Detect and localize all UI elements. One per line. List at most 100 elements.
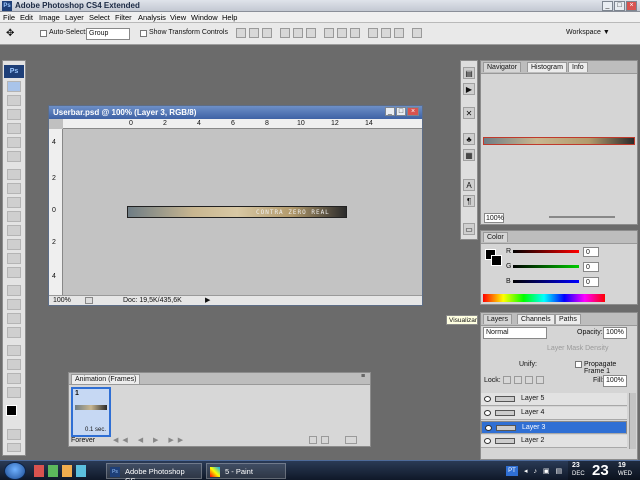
history-brush-tool[interactable]: [7, 211, 21, 222]
menu-view[interactable]: View: [170, 13, 186, 22]
language-indicator[interactable]: PT: [506, 466, 518, 476]
loop-select[interactable]: Forever: [71, 437, 95, 444]
gradient-tool[interactable]: [7, 239, 21, 250]
paragraph-icon[interactable]: ¶: [463, 195, 475, 207]
move-tool-icon[interactable]: ✥: [6, 28, 14, 39]
maximize-button[interactable]: □: [614, 1, 625, 11]
status-menu-icon[interactable]: [85, 297, 93, 304]
tray-icons[interactable]: ◂ ♪ ▣ ▤: [524, 467, 564, 475]
delete-frame-icon[interactable]: [321, 436, 329, 444]
distribute-hcenter-icon[interactable]: [381, 28, 391, 38]
convert-timeline-icon[interactable]: [345, 436, 357, 444]
tab-histogram[interactable]: Histogram: [527, 62, 567, 72]
zoom-tool[interactable]: [7, 387, 21, 398]
eye-icon[interactable]: [484, 410, 491, 416]
quicklaunch-icon[interactable]: [48, 465, 58, 477]
align-left-icon[interactable]: [280, 28, 290, 38]
quick-mask-button[interactable]: [7, 429, 21, 440]
color-spectrum[interactable]: [483, 294, 605, 302]
history-icon[interactable]: ▤: [463, 67, 475, 79]
taskbar-item-photoshop[interactable]: Ps Adobe Photoshop CS...: [106, 463, 202, 480]
align-hcenter-icon[interactable]: [293, 28, 303, 38]
clock[interactable]: 23 DEC 23 19 WED: [568, 461, 640, 480]
zoom-level[interactable]: 100%: [53, 297, 71, 304]
auto-select-checkbox[interactable]: [40, 30, 47, 37]
tab-animation-frames[interactable]: Animation (Frames): [71, 374, 141, 384]
align-top-icon[interactable]: [236, 28, 246, 38]
pen-tool[interactable]: [7, 285, 21, 296]
screen-mode-button[interactable]: [7, 443, 21, 452]
quicklaunch-icon[interactable]: [76, 465, 86, 477]
auto-select-dropdown[interactable]: Group: [86, 28, 130, 40]
canvas-area[interactable]: CONTRA ZERO REAL: [63, 129, 422, 295]
start-button[interactable]: [4, 462, 26, 480]
auto-align-icon[interactable]: [412, 28, 422, 38]
layer-row[interactable]: Layer 5: [481, 393, 627, 406]
notes-icon[interactable]: ▭: [463, 223, 475, 235]
dodge-tool[interactable]: [7, 267, 21, 278]
doc-maximize-button[interactable]: □: [396, 107, 406, 116]
green-value[interactable]: 0: [583, 262, 599, 272]
green-slider[interactable]: [513, 265, 579, 268]
type-tool[interactable]: [7, 299, 21, 310]
layer-row[interactable]: Layer 2: [481, 435, 627, 448]
tab-paths[interactable]: Paths: [555, 314, 581, 324]
blur-tool[interactable]: [7, 253, 21, 264]
distribute-top-icon[interactable]: [324, 28, 334, 38]
tab-channels[interactable]: Channels: [517, 314, 555, 324]
quicklaunch-icon[interactable]: [34, 465, 44, 477]
quicklaunch-icon[interactable]: [62, 465, 72, 477]
userbar-image[interactable]: CONTRA ZERO REAL: [127, 206, 347, 218]
actions-icon[interactable]: ▶: [463, 83, 475, 95]
lock-position-icon[interactable]: [525, 376, 533, 384]
blue-value[interactable]: 0: [583, 277, 599, 287]
eye-icon[interactable]: [484, 438, 491, 444]
layer-row[interactable]: Layer 4: [481, 407, 627, 420]
status-arrow-icon[interactable]: ▶: [205, 296, 210, 304]
distribute-bottom-icon[interactable]: [350, 28, 360, 38]
playback-controls[interactable]: ◀◀ ◀ ▶ ▶▶: [113, 436, 187, 444]
layers-scrollbar[interactable]: [629, 393, 636, 449]
close-button[interactable]: ×: [626, 1, 637, 11]
fill-value[interactable]: 100%: [603, 375, 627, 387]
align-vcenter-icon[interactable]: [249, 28, 259, 38]
blue-slider[interactable]: [513, 280, 579, 283]
eraser-tool[interactable]: [7, 225, 21, 236]
lock-all-icon[interactable]: [536, 376, 544, 384]
taskbar-item-paint[interactable]: 5 - Paint: [206, 463, 286, 479]
menu-help[interactable]: Help: [222, 13, 237, 22]
quick-select-tool[interactable]: [7, 123, 21, 134]
layer-row-selected[interactable]: Layer 3: [481, 421, 627, 434]
workspace-button[interactable]: Workspace ▼: [566, 29, 610, 36]
lock-transparency-icon[interactable]: [503, 376, 511, 384]
navigator-zoom-slider[interactable]: [549, 216, 615, 218]
menu-select[interactable]: Select: [89, 13, 110, 22]
healing-brush-tool[interactable]: [7, 169, 21, 180]
opacity-value[interactable]: 100%: [603, 327, 627, 339]
crop-tool[interactable]: [7, 137, 21, 148]
color-background-swatch[interactable]: [491, 255, 502, 266]
doc-minimize-button[interactable]: _: [385, 107, 395, 116]
menu-analysis[interactable]: Analysis: [138, 13, 166, 22]
blend-mode-dropdown[interactable]: Normal: [483, 327, 547, 339]
tab-navigator[interactable]: Navigator: [483, 62, 521, 72]
menu-layer[interactable]: Layer: [65, 13, 84, 22]
lock-pixels-icon[interactable]: [514, 376, 522, 384]
red-value[interactable]: 0: [583, 247, 599, 257]
lasso-tool[interactable]: [7, 109, 21, 120]
panel-menu-icon[interactable]: ≡: [361, 373, 365, 380]
path-selection-tool[interactable]: [7, 313, 21, 324]
tool-presets-icon[interactable]: ✕: [463, 107, 475, 119]
show-transform-checkbox[interactable]: [140, 30, 147, 37]
tab-color[interactable]: Color: [483, 232, 508, 242]
align-bottom-icon[interactable]: [262, 28, 272, 38]
navigator-preview[interactable]: [483, 137, 635, 145]
align-right-icon[interactable]: [306, 28, 316, 38]
marquee-tool[interactable]: [7, 95, 21, 106]
document-title-bar[interactable]: Userbar.psd @ 100% (Layer 3, RGB/8) _ □ …: [49, 106, 422, 119]
clone-stamp-tool[interactable]: [7, 197, 21, 208]
brush-tool[interactable]: [7, 183, 21, 194]
tab-info[interactable]: Info: [568, 62, 588, 72]
eyedropper-tool[interactable]: [7, 151, 21, 162]
clone-source-icon[interactable]: ♣: [463, 133, 475, 145]
